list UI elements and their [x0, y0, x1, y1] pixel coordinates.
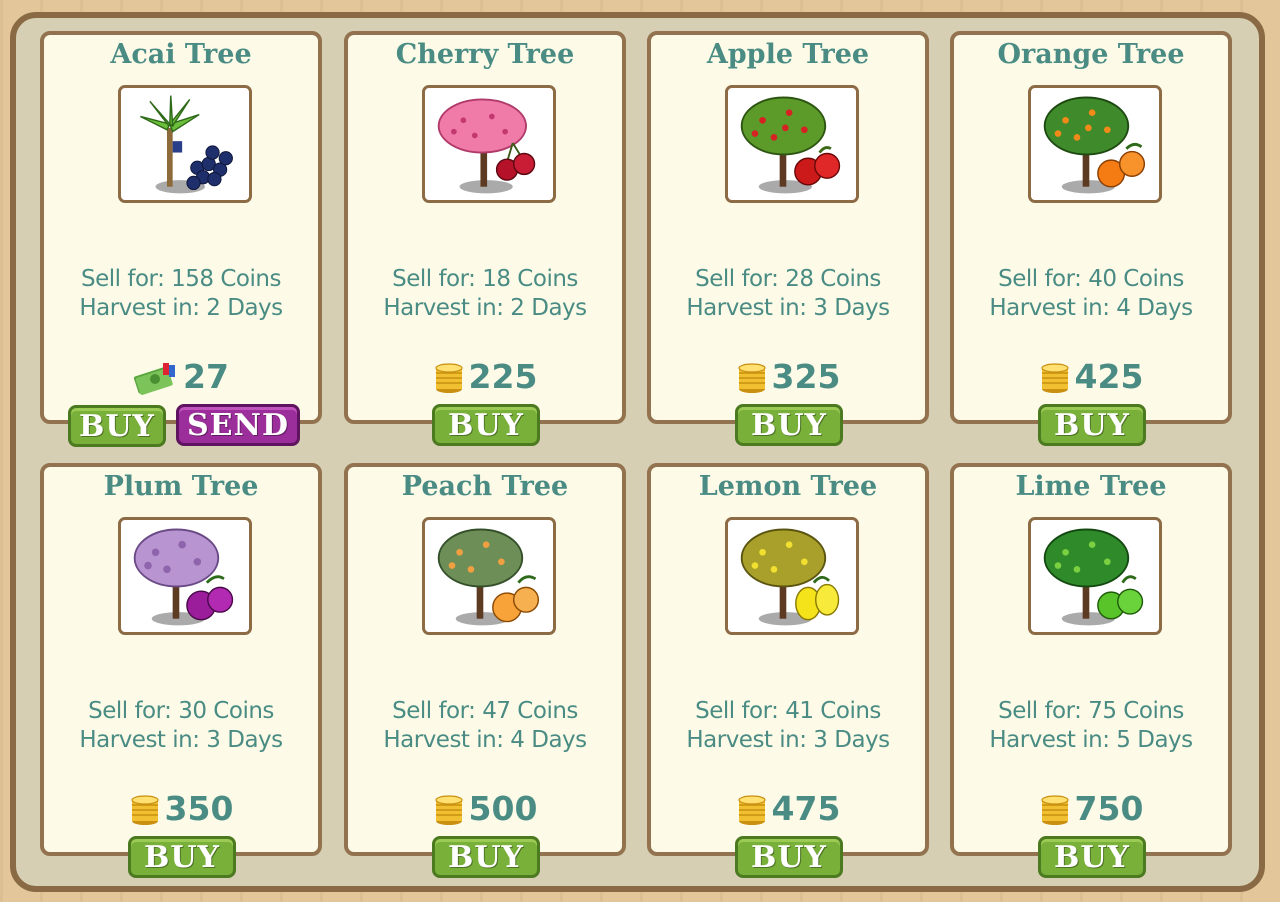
item-card-acai-tree: Acai Tree Sell for: 158 Coins Harvest in…: [40, 31, 322, 424]
buy-button-peach-tree[interactable]: BUY: [432, 836, 540, 878]
item-card-lemon-tree: Lemon Tree Sell for: 41 Coins Harvest in…: [647, 463, 929, 856]
item-info: Sell for: 30 Coins Harvest in: 3 Days: [44, 697, 318, 755]
buy-button-plum-tree[interactable]: BUY: [128, 836, 236, 878]
buy-button-cherry-tree[interactable]: BUY: [432, 404, 540, 446]
coin-icon: [736, 792, 768, 826]
coin-icon: [1039, 360, 1071, 394]
coin-icon: [736, 360, 768, 394]
price-value: 425: [1074, 357, 1144, 396]
item-title: Lemon Tree: [698, 471, 878, 502]
harvest-time-text: Harvest in: 3 Days: [686, 295, 890, 321]
sell-price-text: Sell for: 28 Coins: [695, 266, 881, 292]
send-button-acai-tree[interactable]: SEND: [176, 404, 300, 446]
price-value: 325: [771, 357, 841, 396]
item-info: Sell for: 75 Coins Harvest in: 5 Days: [954, 697, 1228, 755]
item-title: Peach Tree: [401, 471, 569, 502]
price-value: 350: [164, 789, 234, 828]
item-title: Plum Tree: [103, 471, 259, 502]
coin-icon: [433, 792, 465, 826]
item-info: Sell for: 158 Coins Harvest in: 2 Days: [44, 265, 318, 323]
item-card-lime-tree: Lime Tree Sell for: 75 Coins Harvest in:…: [950, 463, 1232, 856]
sell-price-text: Sell for: 30 Coins: [88, 698, 274, 724]
price-value: 500: [468, 789, 538, 828]
sell-price-text: Sell for: 47 Coins: [392, 698, 578, 724]
item-title: Orange Tree: [997, 39, 1185, 70]
price-value: 225: [468, 357, 538, 396]
item-card-cherry-tree: Cherry Tree Sell for: 18 Coins Harvest i…: [344, 31, 626, 424]
item-info: Sell for: 28 Coins Harvest in: 3 Days: [651, 265, 925, 323]
item-title: Cherry Tree: [395, 39, 575, 70]
orange-tree-image: [1028, 85, 1162, 203]
acai-tree-image: [118, 85, 252, 203]
item-title: Apple Tree: [706, 39, 870, 70]
item-price: 325: [651, 357, 925, 396]
item-card-plum-tree: Plum Tree Sell for: 30 Coins Harvest in:…: [40, 463, 322, 856]
sell-price-text: Sell for: 158 Coins: [81, 266, 281, 292]
harvest-time-text: Harvest in: 3 Days: [686, 727, 890, 753]
item-title: Lime Tree: [1015, 471, 1167, 502]
item-price: 500: [348, 789, 622, 828]
item-price: 27: [44, 357, 318, 396]
plum-tree-image: [118, 517, 252, 635]
sell-price-text: Sell for: 18 Coins: [392, 266, 578, 292]
harvest-time-text: Harvest in: 4 Days: [383, 727, 587, 753]
item-title: Acai Tree: [110, 39, 252, 70]
harvest-time-text: Harvest in: 2 Days: [79, 295, 283, 321]
peach-tree-image: [422, 517, 556, 635]
buy-button-acai-tree[interactable]: BUY: [68, 405, 166, 447]
harvest-time-text: Harvest in: 2 Days: [383, 295, 587, 321]
sell-price-text: Sell for: 41 Coins: [695, 698, 881, 724]
lime-tree-image: [1028, 517, 1162, 635]
coin-icon: [129, 792, 161, 826]
item-price: 750: [954, 789, 1228, 828]
price-value: 750: [1074, 789, 1144, 828]
item-info: Sell for: 40 Coins Harvest in: 4 Days: [954, 265, 1228, 323]
buy-button-apple-tree[interactable]: BUY: [735, 404, 843, 446]
coin-icon: [433, 360, 465, 394]
cash-icon: [133, 359, 179, 395]
item-info: Sell for: 41 Coins Harvest in: 3 Days: [651, 697, 925, 755]
sell-price-text: Sell for: 75 Coins: [998, 698, 1184, 724]
item-card-peach-tree: Peach Tree Sell for: 47 Coins Harvest in…: [344, 463, 626, 856]
buy-button-lime-tree[interactable]: BUY: [1038, 836, 1146, 878]
apple-tree-image: [725, 85, 859, 203]
buy-button-orange-tree[interactable]: BUY: [1038, 404, 1146, 446]
item-price: 425: [954, 357, 1228, 396]
item-price: 350: [44, 789, 318, 828]
item-price: 225: [348, 357, 622, 396]
lemon-tree-image: [725, 517, 859, 635]
price-value: 475: [771, 789, 841, 828]
item-price: 475: [651, 789, 925, 828]
item-card-apple-tree: Apple Tree Sell for: 28 Coins Harvest in…: [647, 31, 929, 424]
harvest-time-text: Harvest in: 5 Days: [989, 727, 1193, 753]
price-value: 27: [183, 357, 229, 396]
harvest-time-text: Harvest in: 4 Days: [989, 295, 1193, 321]
item-card-orange-tree: Orange Tree Sell for: 40 Coins Harvest i…: [950, 31, 1232, 424]
coin-icon: [1039, 792, 1071, 826]
cherry-tree-image: [422, 85, 556, 203]
item-info: Sell for: 18 Coins Harvest in: 2 Days: [348, 265, 622, 323]
item-info: Sell for: 47 Coins Harvest in: 4 Days: [348, 697, 622, 755]
sell-price-text: Sell for: 40 Coins: [998, 266, 1184, 292]
harvest-time-text: Harvest in: 3 Days: [79, 727, 283, 753]
buy-button-lemon-tree[interactable]: BUY: [735, 836, 843, 878]
